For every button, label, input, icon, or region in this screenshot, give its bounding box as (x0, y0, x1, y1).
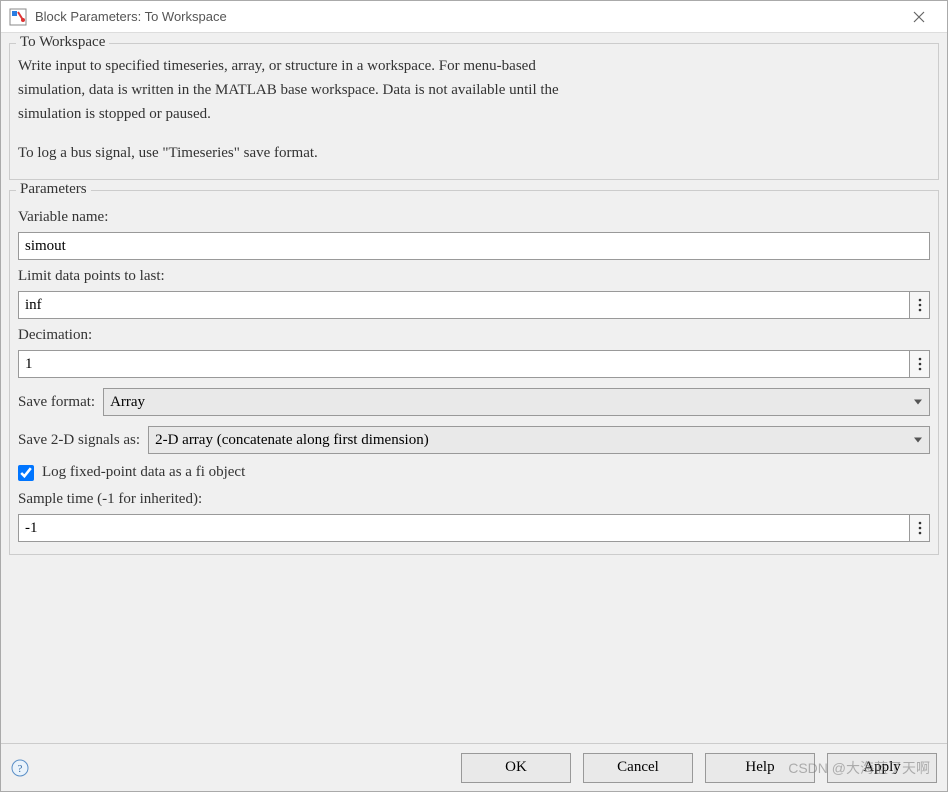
variable-name-label: Variable name: (18, 209, 930, 226)
description-line: To log a bus signal, use "Timeseries" sa… (18, 143, 930, 165)
decimation-more-button[interactable] (910, 350, 930, 378)
sample-time-input[interactable] (18, 514, 910, 542)
ok-button[interactable]: OK (461, 753, 571, 783)
description-line: Write input to specified timeseries, arr… (18, 56, 930, 78)
apply-button[interactable]: Apply (827, 753, 937, 783)
limit-label: Limit data points to last: (18, 268, 930, 285)
close-button[interactable] (899, 3, 939, 31)
description-line: simulation is stopped or paused. (18, 104, 930, 126)
cancel-button[interactable]: Cancel (583, 753, 693, 783)
log-fixed-checkbox[interactable] (18, 465, 34, 481)
group-legend: To Workspace (16, 34, 109, 51)
window-title: Block Parameters: To Workspace (35, 9, 899, 24)
save-2d-select[interactable]: 2-D array (concatenate along first dimen… (148, 426, 930, 454)
decimation-input[interactable] (18, 350, 910, 378)
app-icon (9, 8, 27, 26)
help-icon[interactable]: ? (11, 759, 29, 777)
svg-text:?: ? (18, 763, 23, 775)
footer: ? OK Cancel Help Apply (1, 743, 947, 791)
sample-time-more-button[interactable] (910, 514, 930, 542)
group-parameters: Parameters Variable name: Limit data poi… (9, 190, 939, 555)
save-format-select[interactable]: Array (103, 388, 930, 416)
group-legend: Parameters (16, 181, 91, 198)
save-format-label: Save format: (18, 394, 95, 411)
titlebar: Block Parameters: To Workspace (1, 1, 947, 33)
group-to-workspace: To Workspace Write input to specified ti… (9, 43, 939, 180)
variable-name-input[interactable] (18, 232, 930, 260)
decimation-label: Decimation: (18, 327, 930, 344)
description-line: simulation, data is written in the MATLA… (18, 80, 930, 102)
sample-time-label: Sample time (-1 for inherited): (18, 491, 930, 508)
content-area: To Workspace Write input to specified ti… (1, 33, 947, 743)
help-button[interactable]: Help (705, 753, 815, 783)
limit-input[interactable] (18, 291, 910, 319)
save-2d-label: Save 2-D signals as: (18, 432, 140, 449)
log-fixed-label: Log fixed-point data as a fi object (42, 464, 245, 481)
limit-more-button[interactable] (910, 291, 930, 319)
